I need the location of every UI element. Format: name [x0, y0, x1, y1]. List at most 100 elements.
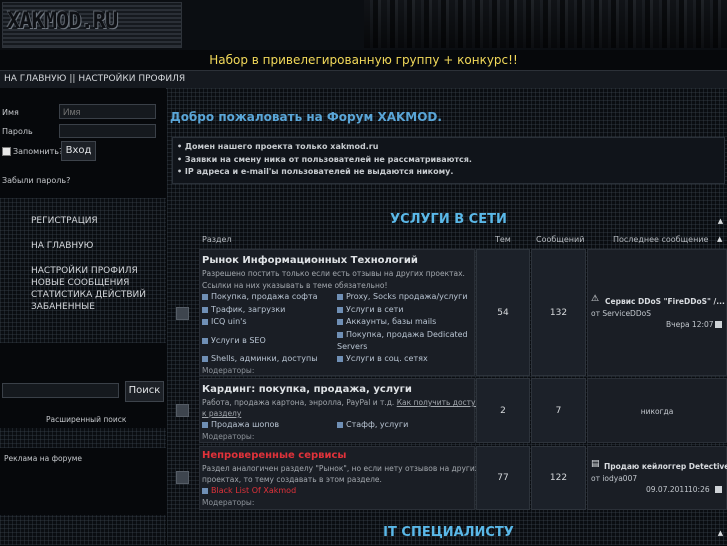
menu-stats[interactable]: СТАТИСТИКА ДЕЙСТВИЙ: [31, 290, 146, 300]
subforum-link[interactable]: Стафф, услуги: [337, 420, 408, 429]
forum-description: Разрешено постить только если есть отзыв…: [202, 269, 465, 278]
forum-title[interactable]: Рынок Информационных Технологий: [202, 255, 418, 266]
last-post-never: никогда: [640, 407, 674, 416]
site-logo[interactable]: XAKMOD.RU: [2, 2, 182, 48]
notice-ip: • IP адреса и e-mail'ы пользователей не …: [177, 167, 454, 176]
password-label: Пароль: [2, 127, 33, 136]
subforum-icon: [337, 318, 343, 325]
menu-new-posts[interactable]: НОВЫЕ СООБЩЕНИЯ: [31, 278, 129, 288]
subforum-link[interactable]: Shells, админки, доступы: [202, 354, 318, 363]
subforum-icon: [337, 293, 343, 300]
search-button[interactable]: Поиск: [125, 381, 164, 402]
subforum-link[interactable]: ICQ uin's: [202, 317, 247, 326]
topics-count: 54: [497, 308, 509, 318]
col-section: Раздел: [202, 235, 232, 244]
ads-label: Реклама на форуме: [4, 454, 83, 463]
last-post-author[interactable]: от ServiceDDoS: [591, 309, 651, 318]
subforum-icon: [337, 355, 343, 362]
forum-row-market: Рынок Информационных Технологий Разрешен…: [170, 249, 727, 376]
collapse-icon[interactable]: ▲: [717, 530, 724, 537]
subforum-link[interactable]: Покупка, продажа Dedicated: [337, 330, 468, 339]
header-banner-image: [364, 0, 727, 48]
search-input[interactable]: [2, 383, 119, 398]
category-it-title[interactable]: IT СПЕЦИАЛИСТУ: [383, 525, 514, 540]
remember-label: Запомнить?: [13, 147, 64, 156]
forum-description: Работа, продажа картона, энролла, PayPal…: [202, 398, 481, 407]
subforum-link-blacklist[interactable]: Black List Of Xakmod: [202, 486, 296, 495]
subforum-link[interactable]: Продажа шопов: [202, 420, 279, 429]
forum-description-2: Ссылки на них указывать в теме обязатель…: [202, 281, 388, 290]
notice-box: • Домен нашего проекта только xakmod.ru …: [172, 137, 725, 184]
forum-title[interactable]: Кардинг: покупка, продажа, услуги: [202, 384, 412, 395]
col-topics: Тем: [495, 235, 511, 244]
menu-banned[interactable]: ЗАБАНЕННЫЕ: [31, 302, 95, 312]
forgot-password-link[interactable]: Забыли пароль?: [2, 176, 70, 185]
goto-last-post-icon[interactable]: [715, 321, 722, 328]
goto-last-post-icon[interactable]: [715, 486, 722, 493]
last-post-title[interactable]: Продаю кейлоггер Detective: [604, 462, 727, 471]
sidebar-bottom-pattern: [0, 515, 166, 545]
posts-count: 132: [549, 308, 568, 318]
category-services-title[interactable]: УСЛУГИ В СЕТИ: [390, 212, 507, 227]
forum-columns-header: Раздел Тем Сообщений Последнее сообщение…: [170, 230, 727, 248]
subforum-icon: [337, 306, 343, 313]
last-post-clock: 10:26: [688, 485, 710, 494]
forum-description: Раздел аналогичен разделу "Рынок", но ес…: [202, 464, 480, 473]
subforum-icon: [202, 421, 208, 428]
subforum-icon: [202, 487, 208, 494]
subforum-link[interactable]: Proxy, Socks продажа/услуги: [337, 292, 468, 301]
subforum-link-cont[interactable]: Servers: [337, 342, 367, 351]
posts-count: 7: [555, 406, 562, 416]
remember-checkbox[interactable]: [2, 147, 11, 156]
nav-home-link[interactable]: НА ГЛАВНУЮ: [4, 74, 66, 84]
access-link[interactable]: Как получить доступ: [397, 398, 481, 407]
advanced-search-link[interactable]: Расширенный поиск: [46, 415, 126, 424]
recruit-banner-link[interactable]: Набор в привелегированную группу + конку…: [0, 50, 727, 70]
collapse-icon[interactable]: ▲: [717, 218, 724, 225]
last-post-title[interactable]: Сервис DDoS "FireDDoS" /...: [605, 297, 725, 306]
subforum-link[interactable]: Трафик, загрузки: [202, 305, 285, 314]
subforum-icon: [202, 293, 208, 300]
nav-profile-link[interactable]: НАСТРОЙКИ ПРОФИЛЯ: [78, 74, 185, 84]
forum-moderators: Модераторы:: [202, 498, 255, 507]
topics-count: 77: [497, 473, 509, 483]
topics-count: 2: [500, 406, 506, 416]
forum-description-2: проектах, то тему создавать в этом разде…: [202, 475, 382, 484]
site-header: XAKMOD.RU: [0, 0, 727, 50]
menu-home[interactable]: НА ГЛАВНУЮ: [31, 241, 93, 251]
subforum-icon: [337, 331, 343, 338]
subforum-icon: [202, 355, 208, 362]
last-post-date: 09.07.2011: [646, 485, 689, 494]
password-input[interactable]: [59, 124, 156, 138]
category-it-header[interactable]: IT СПЕЦИАЛИСТУ ▲: [170, 520, 727, 546]
col-posts: Сообщений: [536, 235, 585, 244]
notice-domain: • Домен нашего проекта только xakmod.ru: [177, 142, 379, 151]
subforum-link[interactable]: Покупка, продажа софта: [202, 292, 318, 301]
forum-title[interactable]: Непроверенные сервисы: [202, 450, 346, 461]
sidebar-divider: [0, 428, 166, 448]
forum-status-icon: [176, 404, 189, 417]
menu-register[interactable]: РЕГИСТРАЦИЯ: [31, 216, 98, 226]
forum-row-carding: Кардинг: покупка, продажа, услуги Работа…: [170, 378, 727, 443]
username-label: Имя: [2, 108, 19, 117]
notice-nick: • Заявки на смену ника от пользователей …: [177, 155, 472, 164]
username-input[interactable]: [59, 104, 156, 119]
forum-moderators: Модераторы:: [202, 366, 255, 375]
login-button[interactable]: Вход: [61, 141, 96, 161]
warning-icon: ⚠: [591, 294, 600, 304]
subforum-link[interactable]: Услуги в SEO: [202, 336, 266, 345]
menu-profile[interactable]: НАСТРОЙКИ ПРОФИЛЯ: [31, 266, 138, 276]
last-post-author[interactable]: от iodya007: [591, 474, 637, 483]
posts-count: 122: [549, 473, 568, 483]
welcome-heading: Добро пожаловать на Форум XAKMOD.: [170, 110, 442, 124]
subforum-link[interactable]: Услуги в сети: [337, 305, 404, 314]
subforum-icon: [337, 421, 343, 428]
subforum-link[interactable]: Аккаунты, базы mails: [337, 317, 436, 326]
forum-status-icon: [176, 307, 189, 320]
access-link-cont[interactable]: к разделу: [202, 408, 241, 419]
forum-row-unverified: Непроверенные сервисы Раздел аналогичен …: [170, 446, 727, 510]
sort-icon[interactable]: ▲: [717, 236, 724, 243]
subforum-link[interactable]: Услуги в соц. сетях: [337, 354, 428, 363]
forum-status-icon: [176, 471, 189, 484]
col-last-post: Последнее сообщение: [613, 235, 709, 244]
